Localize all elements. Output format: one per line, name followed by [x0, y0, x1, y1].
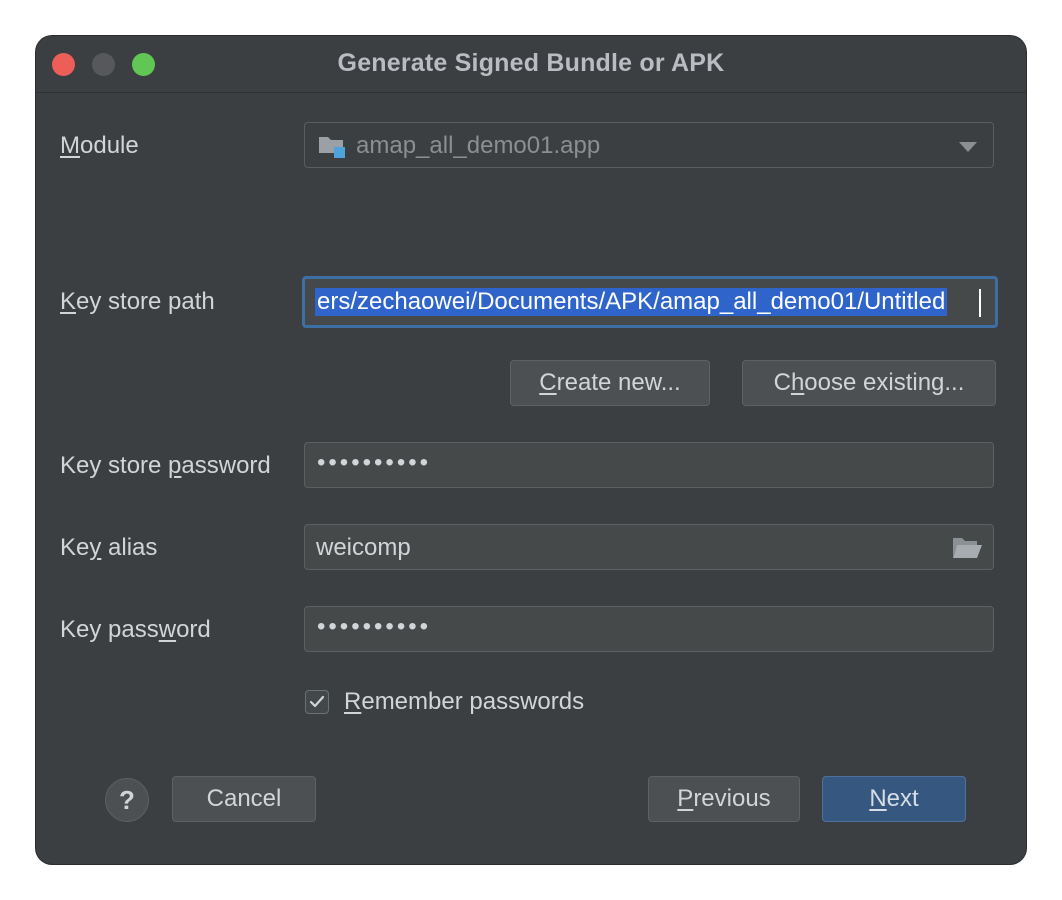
keystore-path-value: ers/zechaowei/Documents/APK/amap_all_dem…	[315, 288, 948, 316]
key-alias-label-rest: alias	[101, 534, 158, 561]
key-password-label-rest: ord	[176, 616, 211, 643]
keystore-password-masked: ••••••••••	[317, 449, 432, 476]
next-label: ext	[886, 785, 919, 812]
keystore-path-label-mnemonic: K	[60, 288, 77, 315]
keystore-path-input[interactable]: ers/zechaowei/Documents/APK/amap_all_dem…	[302, 276, 998, 328]
cancel-button[interactable]: Cancel	[172, 776, 316, 822]
create-new-label: reate new...	[556, 369, 681, 396]
keystore-password-label-rest: assword	[181, 452, 271, 479]
remember-passwords-text: emember passwords	[361, 688, 585, 715]
remember-passwords-label[interactable]: Remember passwords	[344, 688, 584, 716]
choose-existing-prefix: C	[773, 369, 791, 396]
next-button[interactable]: Next	[822, 776, 966, 822]
next-mnemonic: N	[869, 785, 887, 812]
keystore-path-label: Key store path	[60, 288, 215, 316]
module-label-mnemonic: M	[60, 132, 80, 159]
keystore-password-input[interactable]: ••••••••••	[304, 442, 994, 488]
keystore-password-label-mnemonic: p	[168, 452, 182, 479]
keystore-password-label: Key store password	[60, 452, 271, 480]
title-bar: Generate Signed Bundle or APK	[36, 36, 1026, 93]
previous-button[interactable]: Previous	[648, 776, 800, 822]
remember-passwords-checkbox[interactable]	[305, 690, 329, 714]
module-label-rest: odule	[80, 132, 139, 159]
keystore-path-label-rest: ey store path	[76, 288, 215, 315]
create-new-mnemonic: C	[539, 369, 557, 396]
open-folder-icon[interactable]	[951, 535, 983, 561]
module-folder-icon	[318, 135, 346, 159]
previous-mnemonic: P	[677, 785, 694, 812]
module-value: amap_all_demo01.app	[356, 132, 601, 159]
key-alias-label: Key alias	[60, 534, 157, 562]
chevron-down-icon[interactable]	[959, 142, 977, 152]
key-alias-label-prefix: Ke	[60, 534, 90, 561]
help-button[interactable]: ?	[105, 778, 149, 822]
signed-bundle-dialog: Generate Signed Bundle or APK Module ama…	[36, 36, 1026, 864]
key-password-label: Key password	[60, 616, 211, 644]
module-label: Module	[60, 132, 139, 160]
keystore-password-label-prefix: Key store	[60, 452, 169, 479]
choose-existing-mnemonic: h	[790, 369, 805, 396]
remember-passwords-mnemonic: R	[344, 688, 362, 715]
choose-existing-label: oose existing...	[804, 369, 965, 396]
module-dropdown[interactable]: amap_all_demo01.app	[304, 122, 994, 168]
dialog-title: Generate Signed Bundle or APK	[337, 49, 725, 77]
create-new-button[interactable]: Create new...	[510, 360, 710, 406]
key-password-input[interactable]: ••••••••••	[304, 606, 994, 652]
previous-label: revious	[693, 785, 771, 812]
key-password-masked: ••••••••••	[317, 613, 432, 640]
key-alias-input[interactable]: weicomp	[304, 524, 994, 570]
checkmark-icon	[309, 695, 325, 708]
key-alias-label-mnemonic: y	[89, 534, 102, 561]
key-password-label-prefix: Key pass	[60, 616, 159, 643]
key-password-label-mnemonic: w	[158, 616, 177, 643]
text-caret	[979, 289, 981, 317]
choose-existing-button[interactable]: Choose existing...	[742, 360, 996, 406]
key-alias-value: weicomp	[316, 534, 411, 561]
